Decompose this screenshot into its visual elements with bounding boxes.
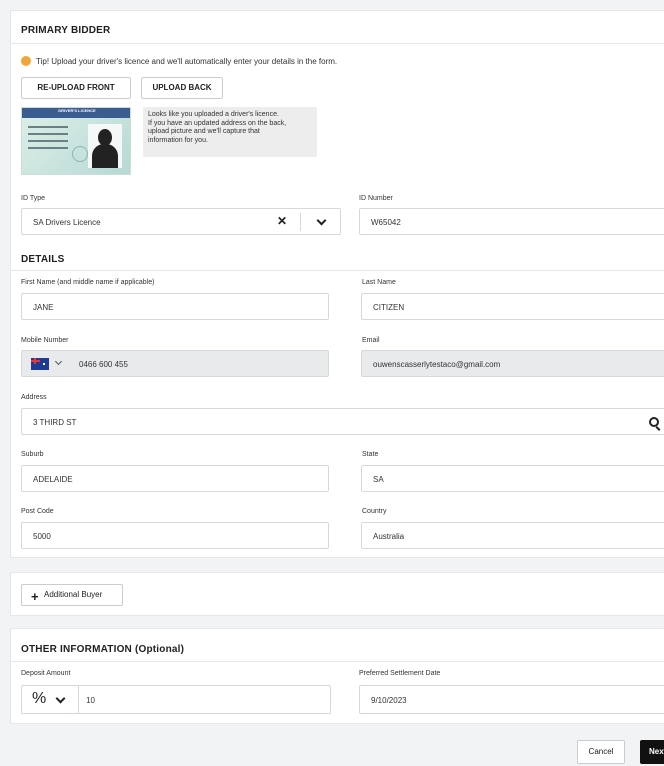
licence-thumbnail: DRIVER'S LICENCE <box>21 107 131 175</box>
settlement-date-input[interactable]: 9/10/2023 <box>359 685 664 714</box>
settlement-value: 9/10/2023 <box>371 696 407 705</box>
chevron-down-icon[interactable] <box>54 357 63 366</box>
licence-note-line: Looks like you uploaded a driver's licen… <box>148 111 279 118</box>
deposit-label: Deposit Amount <box>21 670 71 677</box>
id-type-value: SA Drivers Licence <box>33 218 101 227</box>
mobile-label: Mobile Number <box>21 337 69 344</box>
first-name-label: First Name (and middle name if applicabl… <box>21 279 155 286</box>
id-type-select[interactable]: SA Drivers Licence ✕ <box>21 208 341 235</box>
settlement-label: Preferred Settlement Date <box>359 670 441 677</box>
state-input[interactable]: SA <box>361 465 664 492</box>
email-label: Email <box>362 337 380 344</box>
address-label: Address <box>21 394 47 401</box>
search-icon[interactable] <box>649 417 661 431</box>
first-name-value: JANE <box>33 303 54 312</box>
cancel-button[interactable]: Cancel <box>577 740 625 764</box>
last-name-value: CITIZEN <box>373 303 405 312</box>
suburb-input[interactable]: ADELAIDE <box>21 465 329 492</box>
first-name-input[interactable]: JANE <box>21 293 329 320</box>
last-name-label: Last Name <box>362 279 396 286</box>
licence-note-line: upload picture and we'll capture that <box>148 128 260 136</box>
id-number-label: ID Number <box>359 195 393 202</box>
id-number-input[interactable]: W65042 <box>359 208 664 235</box>
upload-back-button[interactable]: UPLOAD BACK <box>141 77 223 99</box>
licence-photo <box>88 124 122 168</box>
chevron-down-icon[interactable] <box>55 693 66 704</box>
details-title: DETAILS <box>21 254 65 265</box>
other-info-title: OTHER INFORMATION (Optional) <box>21 644 185 655</box>
state-value: SA <box>373 475 384 484</box>
australia-flag-icon[interactable] <box>31 358 49 370</box>
licence-header: DRIVER'S LICENCE <box>22 108 130 118</box>
postcode-value: 5000 <box>33 532 51 541</box>
flag-star <box>43 363 45 365</box>
suburb-value: ADELAIDE <box>33 475 73 484</box>
licence-note-line: information for you. <box>148 136 208 144</box>
deposit-input[interactable]: % 10 <box>21 685 331 714</box>
country-input[interactable]: Australia <box>361 522 664 549</box>
address-value: 3 THIRD ST <box>33 418 77 427</box>
additional-buyer-button[interactable]: + Additional Buyer <box>21 584 123 606</box>
country-value: Australia <box>373 532 405 541</box>
plus-icon: + <box>31 589 39 604</box>
country-label: Country <box>362 508 387 515</box>
deposit-unit-value: % <box>32 690 47 707</box>
id-number-value: W65042 <box>371 218 401 227</box>
clear-icon[interactable]: ✕ <box>277 214 287 228</box>
deposit-divider <box>78 686 79 713</box>
reupload-front-button[interactable]: RE-UPLOAD FRONT <box>21 77 131 99</box>
details-divider <box>11 270 664 271</box>
email-value: ouwenscasserlytestaco@gmail.com <box>373 360 501 369</box>
state-label: State <box>362 451 379 458</box>
licence-photo-body <box>92 144 118 168</box>
email-input[interactable]: ouwenscasserlytestaco@gmail.com <box>361 350 664 377</box>
primary-bidder-divider <box>11 43 664 44</box>
mobile-value: 0466 600 455 <box>79 360 128 369</box>
licence-seal <box>72 146 88 162</box>
last-name-input[interactable]: CITIZEN <box>361 293 664 320</box>
deposit-value: 10 <box>86 696 95 705</box>
other-info-card: OTHER INFORMATION (Optional) Deposit Amo… <box>10 628 664 724</box>
chevron-down-icon[interactable] <box>316 215 327 226</box>
select-divider <box>300 213 301 231</box>
licence-note-box: Looks like you uploaded a driver's licen… <box>143 107 317 157</box>
next-button[interactable]: Next <box>640 740 664 764</box>
address-input[interactable]: 3 THIRD ST <box>21 408 664 435</box>
additional-buyer-label: Additional Buyer <box>44 590 103 599</box>
licence-text-lines <box>28 126 68 128</box>
suburb-label: Suburb <box>21 451 44 458</box>
primary-bidder-card: PRIMARY BIDDER Tip! Upload your driver's… <box>10 10 664 558</box>
other-info-divider <box>11 661 664 662</box>
tip-text: Tip! Upload your driver's licence and we… <box>36 57 338 66</box>
flag-union-v <box>34 358 36 364</box>
search-icon-handle <box>655 426 661 431</box>
primary-bidder-title: PRIMARY BIDDER <box>21 25 111 36</box>
postcode-input[interactable]: 5000 <box>21 522 329 549</box>
licence-header-text: DRIVER'S LICENCE <box>58 108 96 113</box>
mobile-input[interactable]: 0466 600 455 <box>21 350 329 377</box>
info-icon <box>21 56 31 66</box>
next-button-label: Next <box>649 747 664 756</box>
deposit-unit-select[interactable]: % <box>32 690 46 708</box>
id-type-label: ID Type <box>21 195 45 202</box>
postcode-label: Post Code <box>21 508 54 515</box>
licence-note-line: If you have an updated address on the ba… <box>148 119 287 127</box>
additional-buyer-card: + Additional Buyer <box>10 572 664 616</box>
